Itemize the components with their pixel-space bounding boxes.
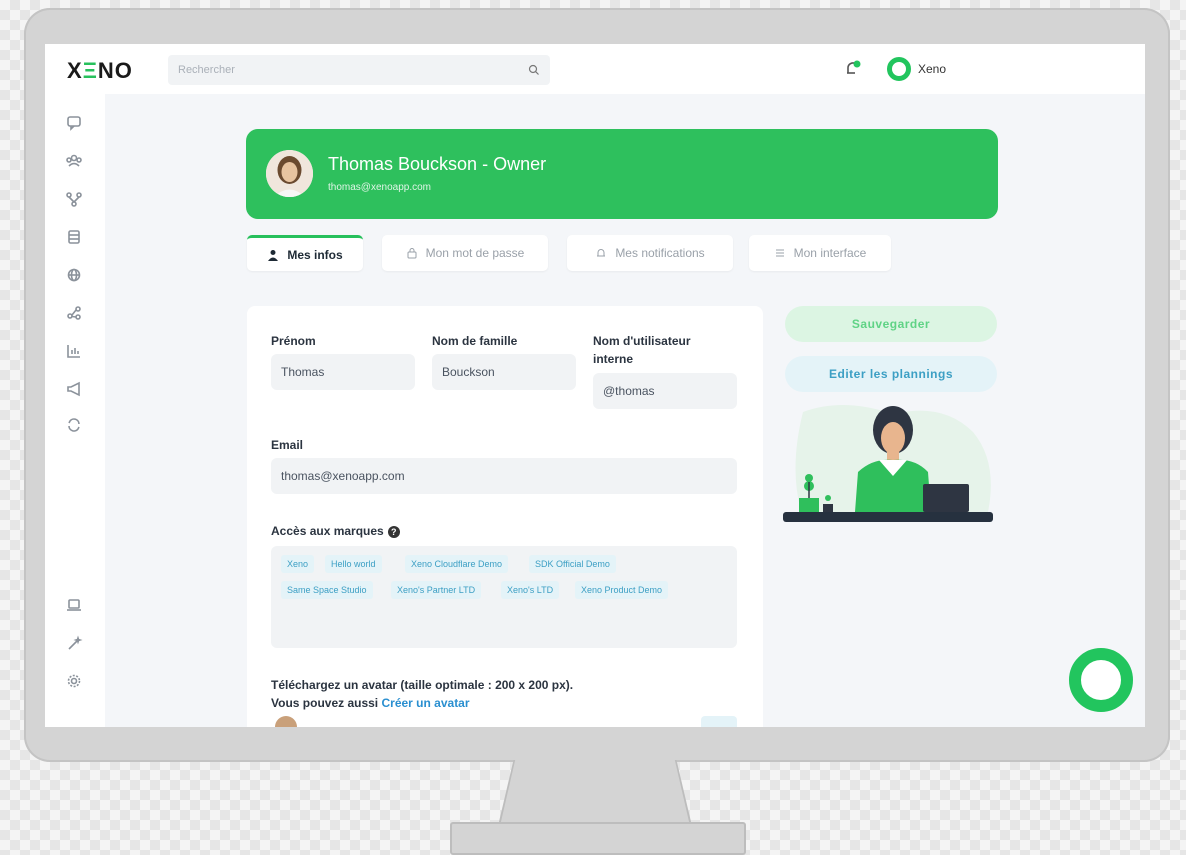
tab-mes-infos[interactable]: Mes infos: [247, 235, 363, 271]
magic-wand-icon[interactable]: [65, 635, 83, 653]
profile-banner: Thomas Bouckson - Owner thomas@xenoapp.c…: [246, 129, 998, 219]
tab-label: Mes notifications: [615, 246, 705, 260]
profile-form-card: Prénom Thomas Nom de famille Bouckson No…: [247, 306, 763, 727]
brands-label-text: Accès aux marques: [271, 524, 384, 538]
search-placeholder: Rechercher: [178, 64, 235, 76]
profile-email: thomas@xenoapp.com: [328, 182, 431, 193]
bell-icon: [597, 249, 606, 257]
notification-icon[interactable]: [843, 59, 863, 79]
tab-mes-notifications[interactable]: Mes notifications: [567, 235, 733, 271]
brand-chip[interactable]: Xeno's LTD: [501, 581, 560, 599]
monitor-stand-base: [450, 822, 746, 855]
user-icon: [268, 249, 279, 261]
tab-label: Mon mot de passe: [425, 246, 525, 260]
chart-icon[interactable]: [65, 342, 83, 360]
current-avatar: [275, 716, 297, 727]
tab-label: Mon interface: [793, 246, 867, 260]
profile-name: Thomas Bouckson - Owner: [328, 154, 547, 174]
settings-icon[interactable]: [65, 672, 83, 690]
edit-plannings-button[interactable]: Editer les plannings: [785, 356, 997, 392]
search-input[interactable]: Rechercher: [168, 55, 550, 85]
database-icon[interactable]: [65, 228, 83, 246]
upload-avatar-button[interactable]: [701, 716, 737, 727]
username-field[interactable]: @thomas: [593, 373, 737, 409]
account-avatar-icon: [887, 57, 911, 81]
email-label: Email: [271, 438, 304, 452]
first-name-label: Prénom: [271, 334, 316, 348]
brand-chip[interactable]: Xeno Product Demo: [575, 581, 669, 599]
upload-instructions: Téléchargez un avatar (taille optimale :…: [271, 676, 573, 712]
profile-avatar: [266, 150, 313, 197]
brand-chip[interactable]: Xeno's Partner LTD: [391, 581, 482, 599]
save-button[interactable]: Sauvegarder: [785, 306, 997, 342]
account-name: Xeno: [918, 62, 947, 76]
upload-line2: Vous pouvez aussi Créer un avatar: [271, 694, 573, 712]
upload-line1: Téléchargez un avatar (taille optimale :…: [271, 678, 574, 692]
laptop-icon[interactable]: [65, 596, 83, 614]
account-menu[interactable]: Xeno: [887, 57, 946, 81]
share-icon[interactable]: [65, 304, 83, 322]
topbar: XΞNO Rechercher Xeno: [45, 44, 1145, 94]
brands-label: Accès aux marques?: [271, 524, 400, 538]
upload-line2-prefix: Vous pouvez aussi: [271, 696, 379, 710]
globe-icon[interactable]: [65, 266, 83, 284]
brand-chip[interactable]: SDK Official Demo: [529, 555, 616, 573]
last-name-field[interactable]: Bouckson: [432, 354, 576, 390]
users-icon[interactable]: [65, 152, 83, 170]
brand-chip[interactable]: Same Space Studio: [281, 581, 373, 599]
brand-chip[interactable]: Xeno: [281, 555, 315, 573]
username-label-line1: Nom d'utilisateur: [593, 334, 691, 348]
brand-chip[interactable]: Hello world: [325, 555, 382, 573]
megaphone-icon[interactable]: [65, 380, 83, 398]
help-icon[interactable]: ?: [387, 525, 400, 538]
monitor-stand-neck: [500, 760, 690, 826]
sidebar: [45, 94, 105, 727]
screen: XΞNO Rechercher Xeno Thomas Bouckson - O…: [45, 44, 1145, 727]
first-name-field[interactable]: Thomas: [271, 354, 415, 390]
tab-mon-interface[interactable]: Mon interface: [749, 235, 891, 271]
search-icon: [528, 64, 539, 75]
brands-box[interactable]: Xeno Hello world Xeno Cloudflare Demo SD…: [271, 546, 737, 648]
username-label-line2: interne: [593, 352, 634, 366]
flow-icon[interactable]: [65, 190, 83, 208]
tab-label: Mes infos: [287, 247, 343, 262]
xeno-logo[interactable]: XΞNO: [67, 58, 133, 84]
refresh-icon[interactable]: [65, 416, 83, 434]
brand-chip[interactable]: Xeno Cloudflare Demo: [405, 555, 509, 573]
lock-icon: [407, 248, 417, 259]
list-icon: [775, 249, 784, 257]
create-avatar-link[interactable]: Créer un avatar: [381, 696, 469, 710]
chat-icon[interactable]: [65, 114, 83, 132]
woman-at-laptop-illustration: [783, 404, 993, 522]
tab-mon-mot-de-passe[interactable]: Mon mot de passe: [382, 235, 548, 271]
last-name-label: Nom de famille: [432, 334, 518, 348]
chat-launcher-button[interactable]: [1069, 648, 1133, 712]
email-field[interactable]: thomas@xenoapp.com: [271, 458, 737, 494]
